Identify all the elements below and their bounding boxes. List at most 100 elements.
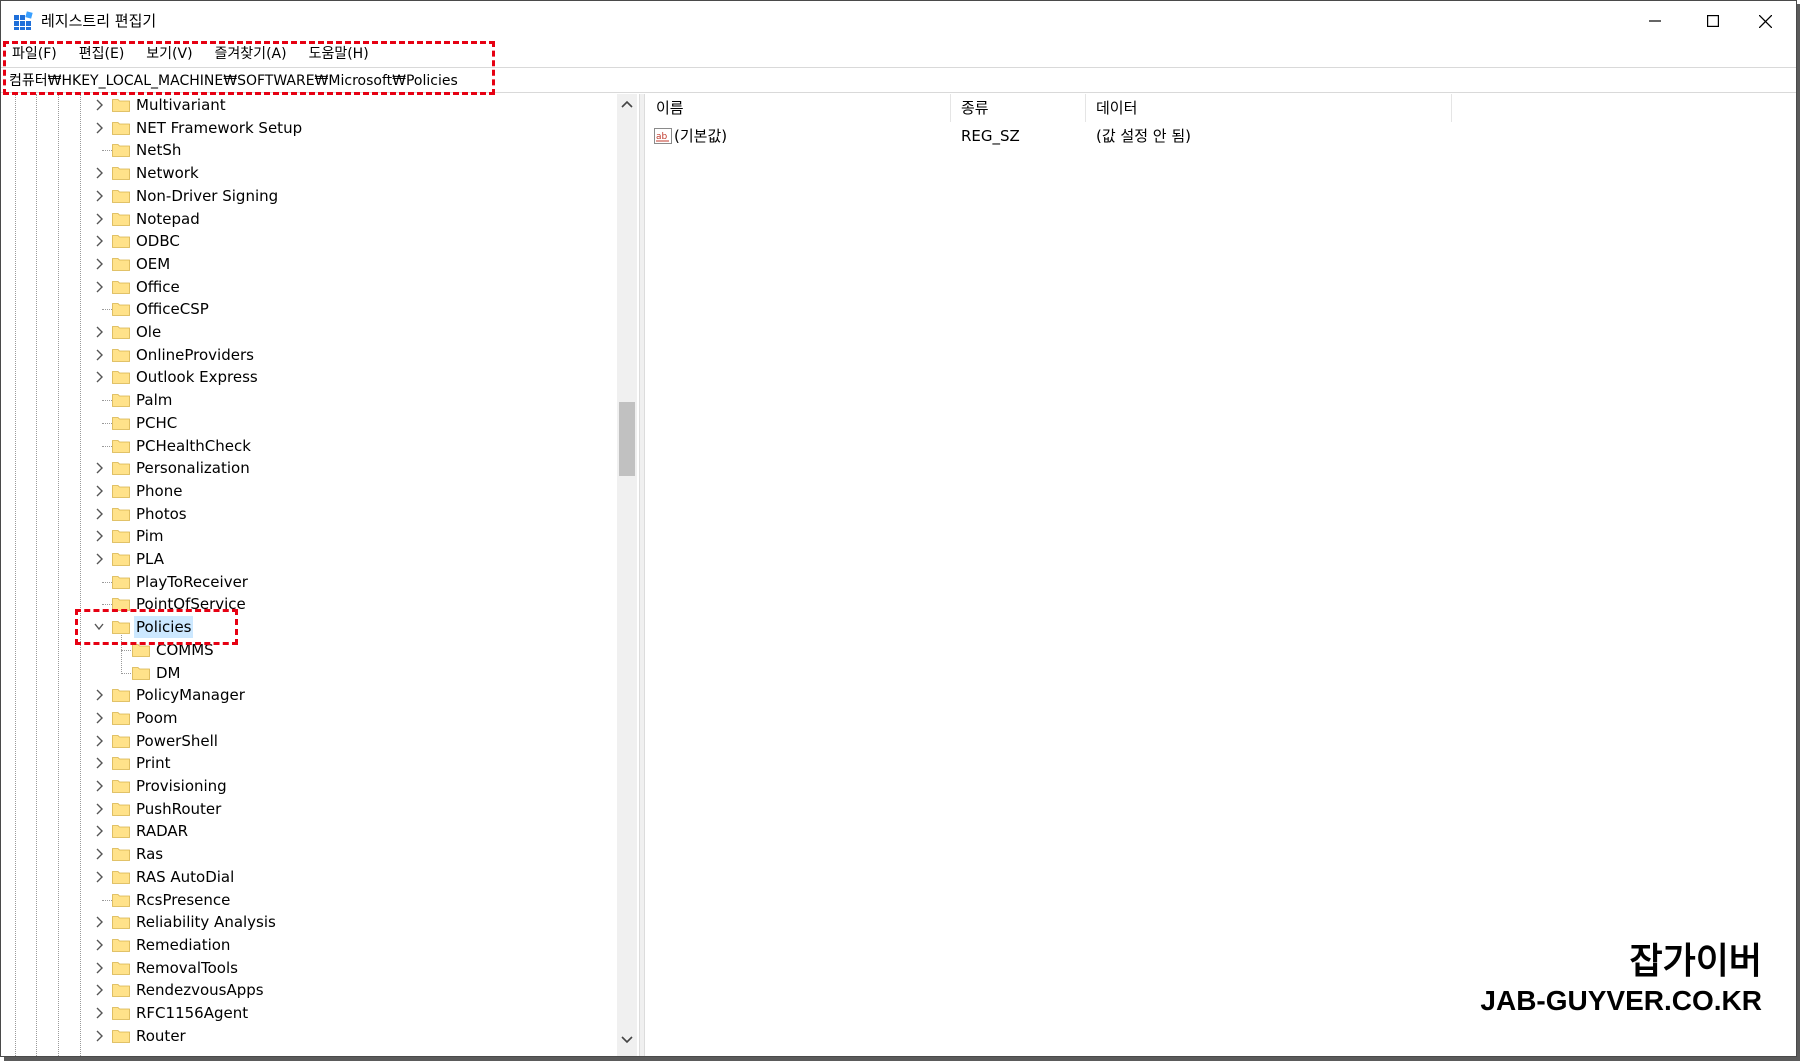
tree-item[interactable]: PlayToReceiver xyxy=(1,571,616,593)
chevron-right-icon[interactable] xyxy=(94,461,104,475)
tree-item-label: Multivariant xyxy=(136,96,226,114)
chevron-right-icon[interactable] xyxy=(94,166,104,180)
folder-icon xyxy=(112,530,130,544)
tree-item[interactable]: RendezvousApps xyxy=(1,979,616,1001)
folder-icon xyxy=(112,893,130,907)
tree-item[interactable]: Personalization xyxy=(1,457,616,479)
tree-item[interactable]: Ole xyxy=(1,321,616,343)
tree-item[interactable]: NET Framework Setup xyxy=(1,117,616,139)
chevron-right-icon[interactable] xyxy=(94,98,104,112)
folder-icon xyxy=(112,870,130,884)
tree-item[interactable]: Ras xyxy=(1,843,616,865)
tree-item[interactable]: RAS AutoDial xyxy=(1,866,616,888)
tree-item[interactable]: Office xyxy=(1,276,616,298)
tree-item[interactable]: Photos xyxy=(1,503,616,525)
close-button[interactable] xyxy=(1736,1,1794,41)
scroll-down-arrow-icon[interactable] xyxy=(621,1036,633,1044)
chevron-right-icon[interactable] xyxy=(94,961,104,975)
chevron-right-icon[interactable] xyxy=(94,1006,104,1020)
tree-item[interactable]: PolicyManager xyxy=(1,684,616,706)
column-header-type[interactable]: 종류 xyxy=(951,94,1086,122)
tree-item[interactable]: Network xyxy=(1,162,616,184)
folder-icon xyxy=(112,416,130,430)
tree-item[interactable]: Provisioning xyxy=(1,775,616,797)
chevron-right-icon[interactable] xyxy=(94,711,104,725)
tree-item-label: OfficeCSP xyxy=(136,300,209,319)
scroll-up-arrow-icon[interactable] xyxy=(621,100,633,108)
pane-splitter[interactable] xyxy=(639,94,645,1056)
chevron-right-icon[interactable] xyxy=(94,121,104,135)
tree-item[interactable]: Multivariant xyxy=(1,94,616,116)
chevron-right-icon[interactable] xyxy=(94,847,104,861)
chevron-right-icon[interactable] xyxy=(94,370,104,384)
minimize-button[interactable] xyxy=(1626,1,1684,41)
tree-item[interactable]: RemovalTools xyxy=(1,957,616,979)
chevron-right-icon[interactable] xyxy=(94,552,104,566)
scrollbar-thumb[interactable] xyxy=(619,402,635,476)
folder-icon xyxy=(112,439,130,453)
chevron-right-icon[interactable] xyxy=(94,938,104,952)
address-highlight-box xyxy=(3,41,495,95)
chevron-right-icon[interactable] xyxy=(94,734,104,748)
tree-item[interactable]: Pim xyxy=(1,525,616,547)
tree-item[interactable]: PowerShell xyxy=(1,730,616,752)
tree-connector xyxy=(102,150,112,152)
tree-item-label: Pim xyxy=(136,527,164,546)
chevron-right-icon[interactable] xyxy=(94,189,104,203)
chevron-right-icon[interactable] xyxy=(94,1029,104,1043)
chevron-right-icon[interactable] xyxy=(94,779,104,793)
chevron-right-icon[interactable] xyxy=(94,212,104,226)
tree-item[interactable]: ODBC xyxy=(1,230,616,252)
tree-item[interactable]: Phone xyxy=(1,480,616,502)
maximize-button[interactable] xyxy=(1684,1,1742,41)
tree-item[interactable]: RcsPresence xyxy=(1,889,616,911)
tree-item[interactable]: RADAR xyxy=(1,820,616,842)
folder-icon xyxy=(112,802,130,816)
tree-item[interactable]: Non-Driver Signing xyxy=(1,185,616,207)
tree-item[interactable]: PushRouter xyxy=(1,798,616,820)
chevron-right-icon[interactable] xyxy=(94,484,104,498)
chevron-right-icon[interactable] xyxy=(94,234,104,248)
chevron-right-icon[interactable] xyxy=(94,348,104,362)
chevron-right-icon[interactable] xyxy=(94,983,104,997)
folder-icon xyxy=(112,553,130,566)
column-header-data[interactable]: 데이터 xyxy=(1086,94,1452,122)
chevron-right-icon[interactable] xyxy=(94,529,104,543)
tree-scrollbar[interactable] xyxy=(617,94,637,1056)
tree-item[interactable]: Outlook Express xyxy=(1,366,616,388)
column-header-name[interactable]: 이름 xyxy=(646,94,951,122)
tree-item[interactable]: PCHC xyxy=(1,412,616,434)
tree-item[interactable]: Notepad xyxy=(1,208,616,230)
window-shadow xyxy=(4,1057,1800,1061)
chevron-right-icon[interactable] xyxy=(94,280,104,294)
tree-item[interactable]: PLA xyxy=(1,548,616,570)
tree-item[interactable]: Router xyxy=(1,1025,616,1047)
chevron-right-icon[interactable] xyxy=(94,325,104,339)
tree-item[interactable]: NetSh xyxy=(1,139,616,161)
tree-item-label: RADAR xyxy=(136,822,189,841)
tree-item-label: OnlineProviders xyxy=(136,345,254,364)
list-item[interactable]: ab (기본값) REG_SZ (값 설정 안 됨) xyxy=(646,124,1796,148)
tree-item[interactable]: Remediation xyxy=(1,934,616,956)
tree-item[interactable]: OfficeCSP xyxy=(1,298,616,320)
chevron-right-icon[interactable] xyxy=(94,257,104,271)
tree-item[interactable]: Poom xyxy=(1,707,616,729)
folder-icon xyxy=(112,144,130,158)
chevron-right-icon[interactable] xyxy=(94,688,104,702)
chevron-right-icon[interactable] xyxy=(94,824,104,838)
tree-item[interactable]: OEM xyxy=(1,253,616,275)
chevron-right-icon[interactable] xyxy=(94,756,104,770)
chevron-right-icon[interactable] xyxy=(94,802,104,816)
tree-item-label: PowerShell xyxy=(136,731,218,750)
tree-item[interactable]: PCHealthCheck xyxy=(1,435,616,457)
tree-item-label: PCHealthCheck xyxy=(136,436,251,455)
chevron-right-icon[interactable] xyxy=(94,870,104,884)
chevron-right-icon[interactable] xyxy=(94,915,104,929)
tree-item[interactable]: RFC1156Agent xyxy=(1,1002,616,1024)
tree-item[interactable]: Reliability Analysis xyxy=(1,911,616,933)
tree-child-item[interactable]: DM xyxy=(1,662,616,684)
tree-item[interactable]: OnlineProviders xyxy=(1,344,616,366)
chevron-right-icon[interactable] xyxy=(94,507,104,521)
tree-item[interactable]: Palm xyxy=(1,389,616,411)
tree-item[interactable]: Print xyxy=(1,752,616,774)
